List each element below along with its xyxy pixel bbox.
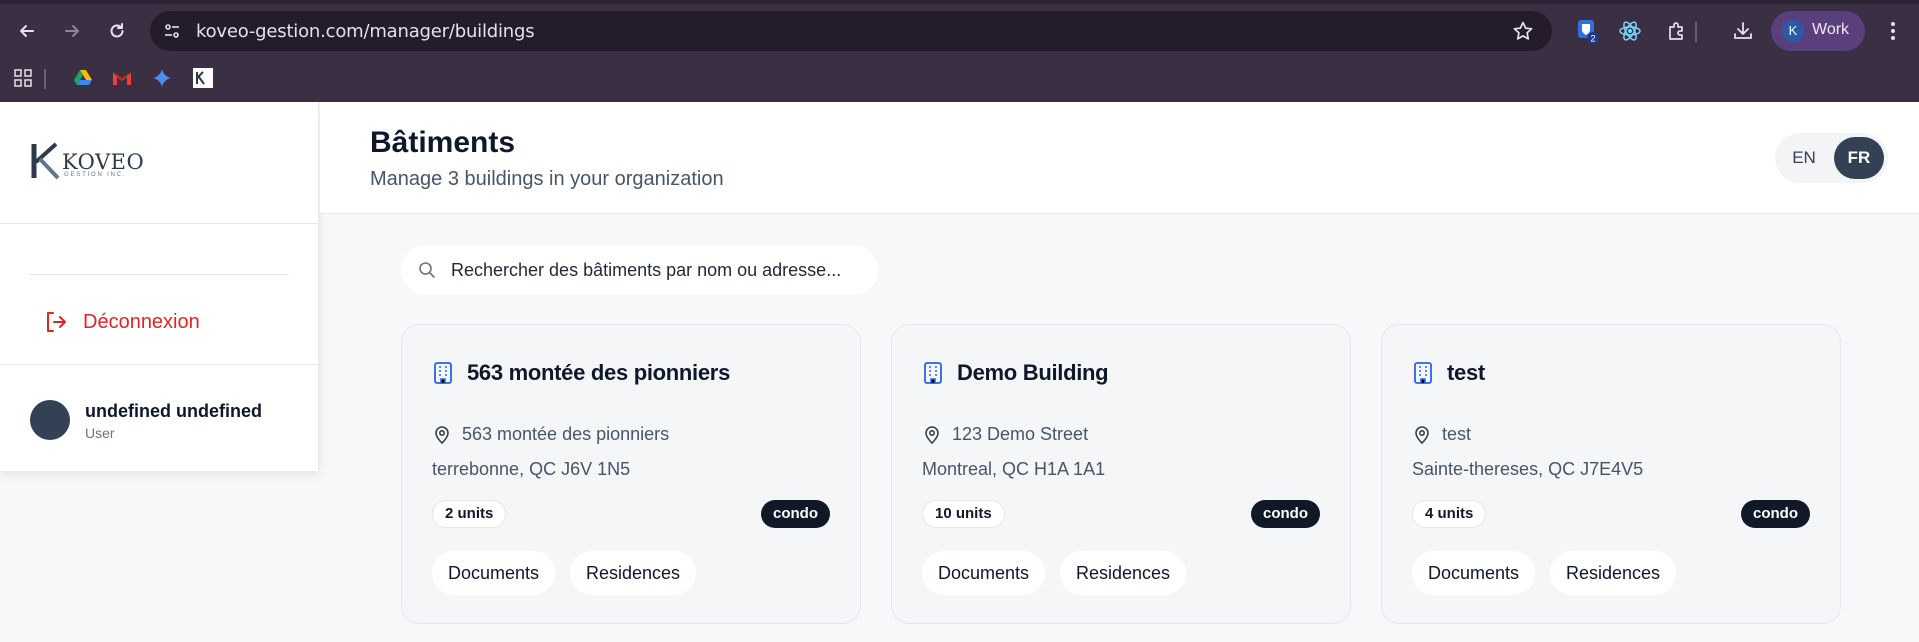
logout-icon	[47, 312, 66, 332]
language-switcher: EN FR	[1775, 133, 1888, 183]
reload-button[interactable]	[102, 16, 132, 46]
site-info-icon[interactable]	[160, 19, 184, 43]
back-button[interactable]	[12, 16, 42, 46]
building-city: Sainte-thereses, QC J7E4V5	[1412, 459, 1644, 479]
page-header: Bâtiments Manage 3 buildings in your org…	[320, 102, 1919, 214]
sidebar: KOVEO GESTION INC. Déconnexion undefined…	[0, 102, 319, 471]
profile-avatar: K	[1782, 20, 1804, 42]
browser-menu-icon[interactable]	[1880, 18, 1906, 44]
units-badge: 2 units	[432, 500, 507, 528]
logo-subtext: GESTION INC.	[64, 172, 127, 178]
koveo-logo-icon	[31, 142, 60, 180]
address-bar[interactable]: koveo-gestion.com/manager/buildings	[150, 11, 1552, 51]
profile-name: Work	[1812, 21, 1850, 38]
forward-arrow-icon	[65, 25, 79, 37]
search-box	[401, 245, 878, 295]
sidebar-divider	[29, 274, 289, 275]
documents-button[interactable]: Documents	[1412, 551, 1536, 595]
building-city: Montreal, QC H1A 1A1	[922, 459, 1106, 479]
building-icon	[924, 362, 942, 384]
logo-text: KOVEO	[62, 150, 145, 174]
building-type-badge: condo	[761, 500, 830, 528]
browser-chrome: koveo-gestion.com/manager/buildings 2 K …	[0, 0, 1919, 102]
logo-area: KOVEO GESTION INC.	[0, 102, 319, 224]
building-card[interactable]: 563 montée des pionniers 563 montée des …	[401, 324, 861, 624]
building-type-badge: condo	[1741, 500, 1810, 528]
koveo-bookmark-icon[interactable]	[192, 67, 214, 89]
google-drive-icon[interactable]	[72, 67, 94, 89]
lang-en-button[interactable]: EN	[1783, 137, 1825, 179]
search-input[interactable]	[451, 245, 861, 295]
logout-button[interactable]: Déconnexion	[43, 307, 200, 337]
download-icon[interactable]	[1730, 18, 1756, 44]
location-pin-icon	[1415, 426, 1429, 445]
bookmarks-bar	[0, 60, 1919, 94]
page-title: Bâtiments	[370, 126, 516, 159]
building-type-badge: condo	[1251, 500, 1320, 528]
logout-label: Déconnexion	[83, 310, 200, 333]
building-address: 563 montée des pionniers	[462, 424, 670, 444]
residences-button[interactable]: Residences	[1550, 551, 1677, 595]
url-text[interactable]: koveo-gestion.com/manager/buildings	[196, 21, 535, 42]
building-name: test	[1447, 360, 1485, 385]
react-devtools-icon[interactable]	[1617, 18, 1643, 44]
building-name: 563 montée des pionniers	[467, 360, 730, 385]
residences-button[interactable]: Residences	[570, 551, 697, 595]
extensions-puzzle-icon[interactable]	[1664, 18, 1690, 44]
bookmark-star-icon[interactable]	[1512, 20, 1534, 42]
building-icon	[434, 362, 452, 384]
user-profile[interactable]: undefined undefined User	[0, 364, 319, 471]
building-address: 123 Demo Street	[952, 424, 1089, 444]
units-badge: 10 units	[922, 500, 1005, 528]
lang-fr-button[interactable]: FR	[1834, 137, 1884, 179]
gemini-icon[interactable]	[151, 67, 173, 89]
location-pin-icon	[925, 426, 939, 445]
bookmarks-divider	[44, 69, 46, 89]
app-content: KOVEO GESTION INC. Déconnexion undefined…	[0, 102, 1919, 642]
search-icon	[419, 262, 435, 278]
tab-strip	[0, 0, 1919, 4]
profile-button[interactable]: K Work	[1771, 11, 1865, 51]
building-card[interactable]: test test Sainte-thereses, QC J7E4V5 4 u…	[1381, 324, 1841, 624]
documents-button[interactable]: Documents	[922, 551, 1046, 595]
forward-button[interactable]	[57, 16, 87, 46]
user-name: undefined undefined	[85, 401, 262, 421]
reload-icon	[110, 23, 124, 38]
building-card[interactable]: Demo Building 123 Demo Street Montreal, …	[891, 324, 1351, 624]
building-address: test	[1442, 424, 1472, 444]
apps-grid-icon[interactable]	[12, 67, 34, 89]
units-badge: 4 units	[1412, 500, 1487, 528]
building-icon	[1414, 362, 1432, 384]
page-subtitle: Manage 3 buildings in your organization	[370, 168, 724, 190]
documents-button[interactable]: Documents	[432, 551, 556, 595]
residences-button[interactable]: Residences	[1060, 551, 1187, 595]
building-city: terrebonne, QC J6V 1N5	[432, 459, 631, 479]
location-pin-icon	[435, 426, 449, 445]
toolbar-divider	[1695, 22, 1697, 42]
avatar	[30, 400, 70, 440]
back-arrow-icon	[20, 25, 34, 37]
gmail-icon[interactable]	[111, 67, 133, 89]
building-name: Demo Building	[957, 360, 1109, 385]
extension-badge: 2	[1590, 34, 1595, 44]
user-role: User	[85, 425, 115, 441]
bitwarden-extension-icon[interactable]: 2	[1574, 18, 1600, 44]
